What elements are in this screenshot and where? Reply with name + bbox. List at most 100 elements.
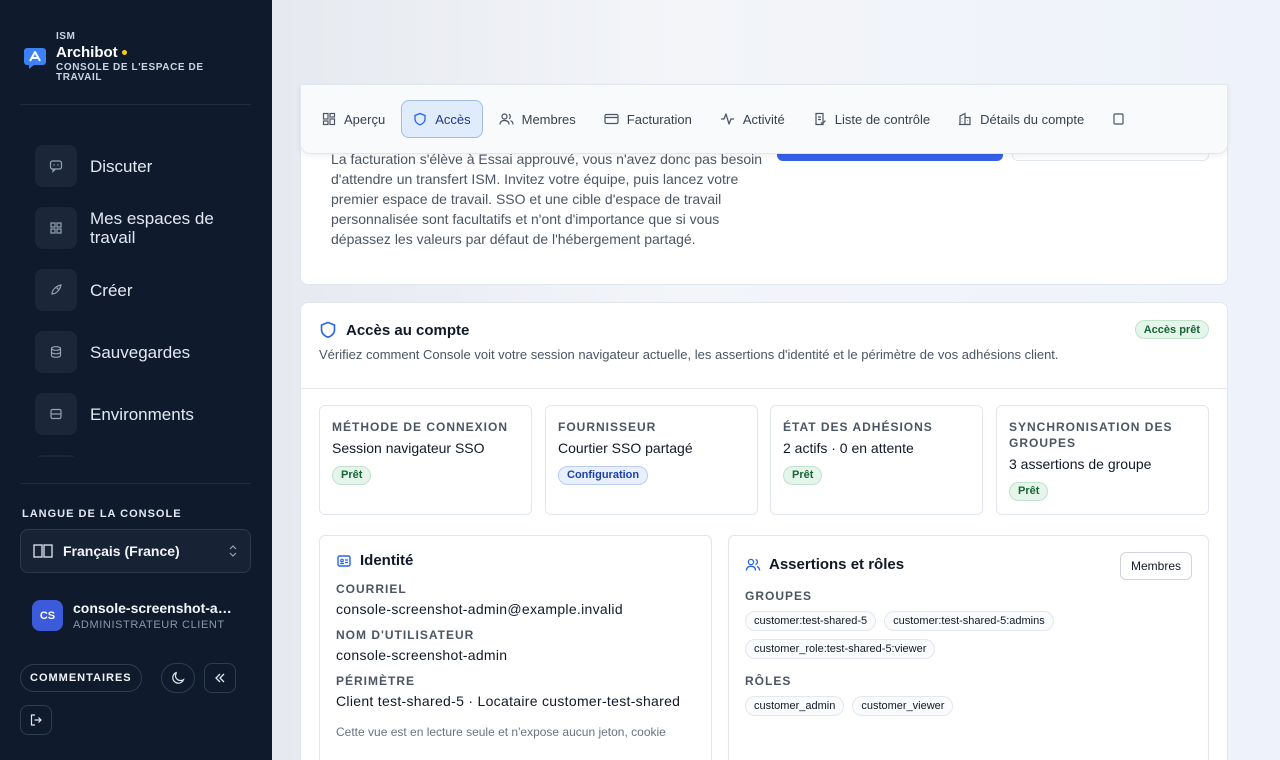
tab-activite[interactable]: Activité: [708, 100, 797, 138]
group-chip: customer:test-shared-5:admins: [884, 611, 1054, 631]
sidebar-item-sauvegardes[interactable]: Sauvegardes: [35, 321, 251, 383]
tab-label: Accès: [435, 111, 471, 127]
stat-provider: FOURNISSEUR Courtier SSO partagé Configu…: [545, 405, 758, 515]
sidebar-item-label: Créer: [90, 280, 133, 300]
user-profile[interactable]: CS console-screenshot-admin ADMINISTRATE…: [32, 600, 238, 631]
tab-acces[interactable]: Accès: [401, 100, 483, 138]
tab-label: Détails du compte: [980, 111, 1085, 127]
shield-icon: [320, 321, 336, 339]
more-icon: [35, 455, 77, 457]
scope-value: Client test-shared-5 · Locataire custome…: [336, 693, 681, 709]
tab-label: Facturation: [626, 111, 692, 127]
assertions-roles-panel: Assertions et rôles Membres GROUPES cust…: [728, 535, 1209, 760]
account-access-card: Accès au compte Accès prêt Vérifiez comm…: [300, 302, 1228, 760]
stat-value: 3 assertions de groupe: [1009, 456, 1152, 472]
sidebar-item-creer[interactable]: Créer: [35, 259, 251, 321]
stat-value: Session navigateur SSO: [332, 440, 485, 456]
grid-icon: [322, 112, 336, 126]
grid-icon: [35, 207, 77, 249]
users-icon: [499, 113, 514, 125]
access-description: Vérifiez comment Console voit votre sess…: [319, 347, 1059, 362]
activity-icon: [720, 113, 734, 125]
tab-liste-controle[interactable]: Liste de contrôle: [801, 100, 942, 138]
tab-label: Liste de contrôle: [834, 111, 931, 127]
archibot-logo-icon: [24, 48, 46, 69]
tab-label: Activité: [742, 111, 785, 127]
chevron-updown-icon: [229, 545, 237, 557]
language-select[interactable]: Français (France): [20, 529, 251, 573]
stat-value: Courtier SSO partagé: [558, 440, 693, 456]
sidebar-item-environments[interactable]: Environments: [35, 383, 251, 445]
tab-membres[interactable]: Membres: [487, 100, 588, 138]
chat-icon: [35, 145, 77, 187]
tab-label: Membres: [521, 111, 576, 127]
identity-title: Identité: [360, 552, 414, 569]
email-label: COURRIEL: [336, 582, 407, 596]
tab-bar: Aperçu Accès Membres Facturation Activit…: [300, 84, 1228, 154]
status-badge: Prêt: [783, 465, 823, 485]
status-badge: Prêt: [1009, 481, 1049, 501]
stat-label: FOURNISSEUR: [558, 420, 657, 434]
sidebar-item-espaces[interactable]: Mes espaces de travail: [35, 197, 251, 259]
group-chip: customer_role:test-shared-5:viewer: [745, 639, 936, 659]
role-chip: customer_viewer: [852, 696, 954, 716]
book-open-icon: [33, 544, 53, 558]
building-icon: [959, 112, 971, 126]
main-content: La facturation s'élève à Essai approuvé,…: [272, 0, 1280, 760]
scope-label: PÉRIMÈTRE: [336, 674, 416, 688]
stat-login-method: MÉTHODE DE CONNEXION Session navigateur …: [319, 405, 532, 515]
brand: ISM Archibot CONSOLE DE L'ESPACE DE TRAV…: [22, 31, 226, 83]
stat-label: ÉTAT DES ADHÉSIONS: [783, 420, 933, 434]
sidebar-item-partial: [35, 445, 251, 457]
roles-label: RÔLES: [745, 674, 792, 688]
org-label: ISM: [56, 31, 76, 42]
intro-text: La facturation s'élève à Essai approuvé,…: [331, 151, 763, 247]
sidebar-item-label: Environments: [90, 404, 194, 424]
user-role: ADMINISTRATEUR CLIENT: [73, 619, 225, 631]
tab-apercu[interactable]: Aperçu: [310, 100, 397, 138]
status-badge: Accès prêt: [1134, 320, 1209, 339]
group-chip: customer:test-shared-5: [745, 611, 877, 631]
users-icon: [745, 558, 761, 571]
logout-icon: [30, 714, 42, 726]
clipboard-check-icon: [815, 112, 826, 126]
tab-facturation[interactable]: Facturation: [592, 100, 704, 138]
stat-value: 2 actifs · 0 en attente: [783, 440, 914, 456]
role-chip: customer_admin: [745, 696, 845, 716]
tab-details-compte[interactable]: Détails du compte: [946, 100, 1096, 138]
read-only-note: Cette vue est en lecture seule et n'expo…: [336, 725, 666, 739]
app-name-text: Archibot: [56, 44, 118, 61]
theme-toggle-button[interactable]: [161, 663, 195, 693]
status-badge: Configuration: [558, 465, 649, 485]
sidebar-nav: Discuter Mes espaces de travail Créer Sa…: [35, 135, 251, 457]
chevrons-left-icon: [215, 673, 225, 683]
stat-group-sync: SYNCHRONISATION DES GROUPES 3 assertions…: [996, 405, 1209, 515]
identity-panel: Identité COURRIEL console-screenshot-adm…: [319, 535, 712, 760]
access-header: Accès au compte: [319, 321, 469, 339]
sidebar: ISM Archibot CONSOLE DE L'ESPACE DE TRAV…: [0, 0, 272, 760]
sidebar-divider: [20, 104, 251, 105]
sidebar-item-label: Discuter: [90, 156, 153, 176]
shield-icon: [414, 112, 426, 126]
collapse-sidebar-button[interactable]: [204, 663, 236, 693]
log-icon: [1113, 113, 1124, 125]
user-name: console-screenshot-admin: [73, 600, 238, 616]
language-value: Français (France): [63, 543, 180, 559]
members-button[interactable]: Membres: [1119, 552, 1192, 580]
section-divider: [301, 388, 1227, 389]
roles-list: customer_admin customer_viewer: [745, 696, 1192, 716]
database-icon: [35, 331, 77, 373]
tab-more[interactable]: [1100, 100, 1138, 138]
feedback-button[interactable]: COMMENTAIRES: [20, 664, 142, 692]
logout-button[interactable]: [20, 705, 52, 735]
sidebar-item-discuter[interactable]: Discuter: [35, 135, 251, 197]
stat-label: MÉTHODE DE CONNEXION: [332, 420, 509, 434]
credit-card-icon: [604, 113, 619, 125]
app-name: Archibot: [56, 44, 226, 61]
app-subtitle: CONSOLE DE L'ESPACE DE TRAVAIL: [56, 62, 204, 83]
status-dot: [121, 50, 127, 55]
stat-label: SYNCHRONISATION DES GROUPES: [1009, 420, 1173, 450]
status-badge: Prêt: [332, 465, 372, 485]
rocket-icon: [35, 269, 77, 311]
username-value: console-screenshot-admin: [336, 647, 508, 663]
